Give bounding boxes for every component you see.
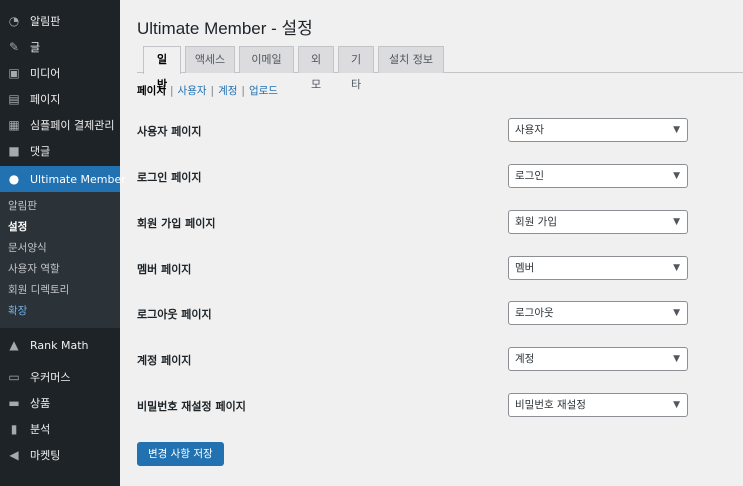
menu-label: 페이지 (30, 93, 61, 106)
section-subnav: 페이지 | 사용자 | 계정 | 업로드 (137, 83, 278, 98)
subnav-pages[interactable]: 페이지 (137, 85, 166, 97)
comment-icon: ■ (8, 144, 20, 158)
register-page-select[interactable]: 회원 가입 ▼ (508, 210, 688, 234)
woo-icon: ▭ (8, 370, 20, 384)
menu-label: 상품 (30, 397, 51, 410)
menu-pages[interactable]: ▤ 페이지 (0, 86, 120, 112)
menu-analytics[interactable]: ▮ 분석 (0, 416, 120, 442)
select-value: 비밀번호 재설정 (515, 399, 586, 411)
subnav-separator: | (210, 85, 215, 97)
menu-payment[interactable]: ▦ 심플페이 결제관리 (0, 112, 120, 138)
menu-products[interactable]: ▬ 상품 (0, 390, 120, 416)
setting-label: 멤버 페이지 (137, 263, 192, 276)
submenu-extensions[interactable]: 확장 (0, 301, 120, 322)
select-value: 멤버 (515, 262, 535, 274)
menu-rank-math[interactable]: ▲ Rank Math (0, 332, 120, 358)
submenu-member-directory[interactable]: 회원 디렉토리 (0, 280, 120, 301)
dashboard-icon: ◔ (8, 14, 20, 28)
pin-icon: ✎ (8, 40, 20, 54)
setting-label: 회원 가입 페이지 (137, 217, 216, 230)
subnav-users[interactable]: 사용자 (178, 85, 207, 97)
subnav-separator: | (169, 85, 174, 97)
tab-misc[interactable]: 기타 (338, 46, 374, 91)
menu-media[interactable]: ▣ 미디어 (0, 60, 120, 86)
chevron-down-icon: ▼ (673, 263, 680, 273)
select-value: 계정 (515, 353, 535, 365)
main-content: Ultimate Member - 설정 일반 액세스 이메일 외모 기타 설치… (120, 0, 743, 486)
setting-label: 로그아웃 페이지 (137, 308, 212, 321)
menu-label: 우커머스 (30, 371, 71, 384)
subnav-uploads[interactable]: 업로드 (249, 85, 278, 97)
chevron-down-icon: ▼ (673, 125, 680, 135)
admin-sidebar: ◔ 알림판 ✎ 글 ▣ 미디어 ▤ 페이지 ▦ 심플페이 결제관리 ■ 댓글 ●… (0, 0, 126, 486)
tab-general[interactable]: 일반 (143, 46, 181, 91)
menu-woocommerce[interactable]: ▭ 우커머스 (0, 364, 120, 390)
menu-label: 심플페이 결제관리 (30, 119, 115, 132)
submenu-forms[interactable]: 문서양식 (0, 238, 120, 259)
menu-label: Ultimate Member (30, 172, 126, 186)
menu-dashboard[interactable]: ◔ 알림판 (0, 8, 120, 34)
password-reset-page-select[interactable]: 비밀번호 재설정 ▼ (508, 393, 688, 417)
account-page-select[interactable]: 계정 ▼ (508, 347, 688, 371)
setting-label: 비밀번호 재설정 페이지 (137, 400, 246, 413)
chevron-down-icon: ▼ (673, 217, 680, 227)
logout-page-select[interactable]: 로그아웃 ▼ (508, 301, 688, 325)
setting-row-members-page: 멤버 페이지 멤버 ▼ (137, 256, 709, 280)
select-value: 로그아웃 (515, 307, 554, 319)
chevron-down-icon: ▼ (673, 308, 680, 318)
page-icon: ▤ (8, 92, 20, 106)
analytics-icon: ▮ (10, 422, 18, 436)
setting-row-user-page: 사용자 페이지 사용자 ▼ (137, 118, 709, 142)
menu-posts[interactable]: ✎ 글 (0, 34, 120, 60)
menu-label: 마켓팅 (30, 449, 61, 462)
menu-label: 글 (30, 41, 41, 54)
subnav-account[interactable]: 계정 (218, 85, 237, 97)
tab-email[interactable]: 이메일 (239, 46, 294, 73)
setting-label: 계정 페이지 (137, 354, 192, 367)
chevron-down-icon: ▼ (673, 354, 680, 364)
login-page-select[interactable]: 로그인 ▼ (508, 164, 688, 188)
submenu-user-roles[interactable]: 사용자 역할 (0, 259, 120, 280)
marketing-icon: ◀ (9, 448, 19, 462)
tab-install-info[interactable]: 설치 정보 (378, 46, 444, 73)
menu-label: 분석 (30, 423, 51, 436)
settings-tabs: 일반 액세스 이메일 외모 기타 설치 정보 (137, 46, 743, 91)
select-value: 로그인 (515, 170, 544, 182)
tab-access[interactable]: 액세스 (185, 46, 235, 73)
page-title: Ultimate Member - 설정 (137, 19, 313, 38)
menu-label: 미디어 (30, 67, 61, 80)
chevron-down-icon: ▼ (673, 400, 680, 410)
submenu-settings[interactable]: 설정 (0, 217, 120, 238)
submenu-dashboard[interactable]: 알림판 (0, 196, 120, 217)
menu-comments[interactable]: ■ 댓글 (0, 138, 120, 164)
tab-appearance[interactable]: 외모 (298, 46, 334, 91)
user-icon: ● (8, 172, 20, 186)
menu-label: 알림판 (30, 15, 61, 28)
setting-row-account-page: 계정 페이지 계정 ▼ (137, 347, 709, 371)
menu-ultimate-member[interactable]: ● Ultimate Member (0, 166, 126, 192)
menu-marketing[interactable]: ◀ 마켓팅 (0, 442, 120, 468)
select-value: 회원 가입 (515, 216, 557, 228)
payment-icon: ▦ (8, 118, 20, 132)
chevron-down-icon: ▼ (673, 171, 680, 181)
media-icon: ▣ (8, 66, 20, 80)
subnav-separator: | (241, 85, 245, 97)
members-page-select[interactable]: 멤버 ▼ (508, 256, 688, 280)
select-value: 사용자 (515, 124, 544, 136)
user-page-select[interactable]: 사용자 ▼ (508, 118, 688, 142)
menu-label: 댓글 (30, 145, 51, 158)
menu-label: Rank Math (30, 338, 89, 352)
setting-row-password-reset-page: 비밀번호 재설정 페이지 비밀번호 재설정 ▼ (137, 393, 709, 417)
rank-math-icon: ▲ (9, 338, 19, 352)
save-changes-button[interactable]: 변경 사항 저장 (137, 442, 224, 466)
ultimate-member-submenu: 알림판 설정 문서양식 사용자 역할 회원 디렉토리 확장 (0, 192, 120, 328)
setting-label: 사용자 페이지 (137, 125, 202, 138)
setting-row-register-page: 회원 가입 페이지 회원 가입 ▼ (137, 210, 709, 234)
products-icon: ▬ (8, 396, 20, 410)
setting-label: 로그인 페이지 (137, 171, 202, 184)
setting-row-login-page: 로그인 페이지 로그인 ▼ (137, 164, 709, 188)
setting-row-logout-page: 로그아웃 페이지 로그아웃 ▼ (137, 301, 709, 325)
